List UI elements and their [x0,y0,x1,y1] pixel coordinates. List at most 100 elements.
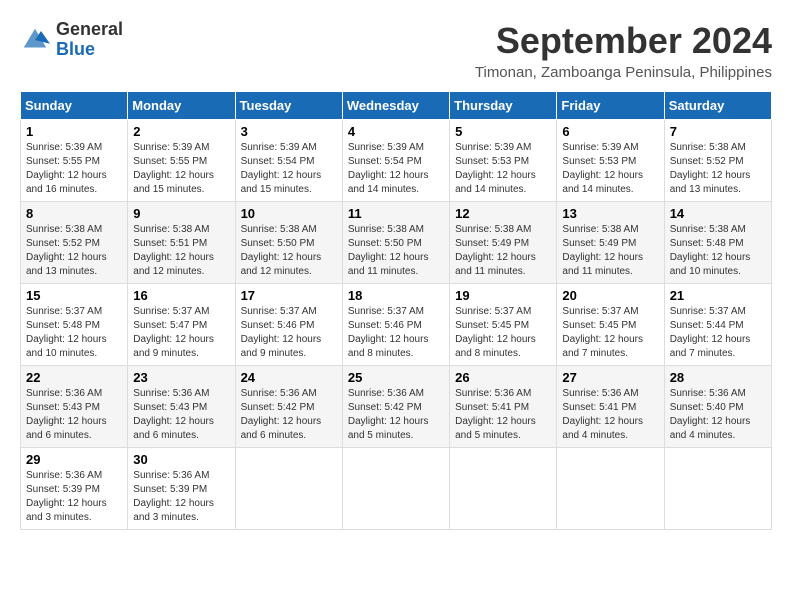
day-number: 28 [670,370,766,385]
day-info: Sunrise: 5:37 AM Sunset: 5:45 PM Dayligh… [562,305,658,361]
day-info: Sunrise: 5:36 AM Sunset: 5:43 PM Dayligh… [133,387,229,443]
day-number: 2 [133,124,229,139]
logo-general: General [56,20,123,40]
day-number: 7 [670,124,766,139]
day-info: Sunrise: 5:37 AM Sunset: 5:46 PM Dayligh… [348,305,444,361]
calendar-week-row: 22 Sunrise: 5:36 AM Sunset: 5:43 PM Dayli… [21,366,772,448]
col-tuesday: Tuesday [235,92,342,120]
day-info: Sunrise: 5:36 AM Sunset: 5:42 PM Dayligh… [241,387,337,443]
table-row: 27 Sunrise: 5:36 AM Sunset: 5:41 PM Dayli… [557,366,664,448]
table-row [557,448,664,530]
day-number: 11 [348,206,444,221]
calendar-week-row: 29 Sunrise: 5:36 AM Sunset: 5:39 PM Dayli… [21,448,772,530]
table-row: 7 Sunrise: 5:38 AM Sunset: 5:52 PM Daylig… [664,120,771,202]
col-thursday: Thursday [450,92,557,120]
day-info: Sunrise: 5:38 AM Sunset: 5:52 PM Dayligh… [26,223,122,279]
day-info: Sunrise: 5:37 AM Sunset: 5:47 PM Dayligh… [133,305,229,361]
day-number: 15 [26,288,122,303]
table-row: 24 Sunrise: 5:36 AM Sunset: 5:42 PM Dayli… [235,366,342,448]
day-info: Sunrise: 5:38 AM Sunset: 5:52 PM Dayligh… [670,141,766,197]
day-info: Sunrise: 5:36 AM Sunset: 5:42 PM Dayligh… [348,387,444,443]
table-row: 6 Sunrise: 5:39 AM Sunset: 5:53 PM Daylig… [557,120,664,202]
table-row: 12 Sunrise: 5:38 AM Sunset: 5:49 PM Dayli… [450,202,557,284]
day-number: 6 [562,124,658,139]
day-info: Sunrise: 5:37 AM Sunset: 5:44 PM Dayligh… [670,305,766,361]
day-number: 9 [133,206,229,221]
day-number: 3 [241,124,337,139]
day-info: Sunrise: 5:36 AM Sunset: 5:39 PM Dayligh… [133,469,229,525]
col-sunday: Sunday [21,92,128,120]
day-number: 5 [455,124,551,139]
table-row [450,448,557,530]
day-number: 8 [26,206,122,221]
calendar-header-row: Sunday Monday Tuesday Wednesday Thursday… [21,92,772,120]
table-row: 10Sunrise: 5:38 AM Sunset: 5:50 PM Dayli… [235,202,342,284]
calendar-week-row: 15 Sunrise: 5:37 AM Sunset: 5:48 PM Dayli… [21,284,772,366]
col-friday: Friday [557,92,664,120]
logo-icon [20,25,50,55]
table-row: 20 Sunrise: 5:37 AM Sunset: 5:45 PM Dayli… [557,284,664,366]
day-info: Sunrise: 5:39 AM Sunset: 5:53 PM Dayligh… [455,141,551,197]
table-row [235,448,342,530]
table-row: 23 Sunrise: 5:36 AM Sunset: 5:43 PM Dayli… [128,366,235,448]
table-row: 29 Sunrise: 5:36 AM Sunset: 5:39 PM Dayli… [21,448,128,530]
col-monday: Monday [128,92,235,120]
day-number: 25 [348,370,444,385]
day-number: 21 [670,288,766,303]
day-number: 20 [562,288,658,303]
day-info: Sunrise: 5:39 AM Sunset: 5:54 PM Dayligh… [241,141,337,197]
col-saturday: Saturday [664,92,771,120]
day-number: 30 [133,452,229,467]
day-number: 13 [562,206,658,221]
month-title: September 2024 [475,20,772,62]
day-info: Sunrise: 5:38 AM Sunset: 5:49 PM Dayligh… [562,223,658,279]
day-info: Sunrise: 5:37 AM Sunset: 5:48 PM Dayligh… [26,305,122,361]
day-number: 26 [455,370,551,385]
table-row: 11 Sunrise: 5:38 AM Sunset: 5:50 PM Dayli… [342,202,449,284]
day-number: 14 [670,206,766,221]
day-number: 4 [348,124,444,139]
table-row: 3 Sunrise: 5:39 AM Sunset: 5:54 PM Daylig… [235,120,342,202]
day-number: 1 [26,124,122,139]
day-info: Sunrise: 5:36 AM Sunset: 5:43 PM Dayligh… [26,387,122,443]
day-info: Sunrise: 5:39 AM Sunset: 5:53 PM Dayligh… [562,141,658,197]
table-row: 25 Sunrise: 5:36 AM Sunset: 5:42 PM Dayli… [342,366,449,448]
table-row: 28 Sunrise: 5:36 AM Sunset: 5:40 PM Dayli… [664,366,771,448]
logo: General Blue [20,20,123,60]
day-number: 17 [241,288,337,303]
day-number: 10 [241,206,337,221]
table-row: 15 Sunrise: 5:37 AM Sunset: 5:48 PM Dayli… [21,284,128,366]
day-info: Sunrise: 5:38 AM Sunset: 5:51 PM Dayligh… [133,223,229,279]
day-info: Sunrise: 5:38 AM Sunset: 5:50 PM Dayligh… [348,223,444,279]
table-row: 9 Sunrise: 5:38 AM Sunset: 5:51 PM Daylig… [128,202,235,284]
location-title: Timonan, Zamboanga Peninsula, Philippine… [475,64,772,81]
day-number: 23 [133,370,229,385]
logo-blue: Blue [56,40,123,60]
day-info: Sunrise: 5:36 AM Sunset: 5:40 PM Dayligh… [670,387,766,443]
table-row: 26 Sunrise: 5:36 AM Sunset: 5:41 PM Dayli… [450,366,557,448]
day-info: Sunrise: 5:36 AM Sunset: 5:39 PM Dayligh… [26,469,122,525]
table-row: 19 Sunrise: 5:37 AM Sunset: 5:45 PM Dayli… [450,284,557,366]
day-info: Sunrise: 5:36 AM Sunset: 5:41 PM Dayligh… [455,387,551,443]
page-header: General Blue September 2024 Timonan, Zam… [20,20,772,81]
day-number: 16 [133,288,229,303]
day-info: Sunrise: 5:37 AM Sunset: 5:45 PM Dayligh… [455,305,551,361]
day-info: Sunrise: 5:37 AM Sunset: 5:46 PM Dayligh… [241,305,337,361]
day-number: 12 [455,206,551,221]
table-row: 8 Sunrise: 5:38 AM Sunset: 5:52 PM Daylig… [21,202,128,284]
table-row: 21 Sunrise: 5:37 AM Sunset: 5:44 PM Dayli… [664,284,771,366]
table-row: 13 Sunrise: 5:38 AM Sunset: 5:49 PM Dayli… [557,202,664,284]
col-wednesday: Wednesday [342,92,449,120]
table-row: 30 Sunrise: 5:36 AM Sunset: 5:39 PM Dayli… [128,448,235,530]
day-info: Sunrise: 5:36 AM Sunset: 5:41 PM Dayligh… [562,387,658,443]
day-number: 24 [241,370,337,385]
day-number: 27 [562,370,658,385]
table-row: 5 Sunrise: 5:39 AM Sunset: 5:53 PM Daylig… [450,120,557,202]
day-info: Sunrise: 5:38 AM Sunset: 5:49 PM Dayligh… [455,223,551,279]
day-number: 29 [26,452,122,467]
day-number: 22 [26,370,122,385]
day-number: 19 [455,288,551,303]
title-section: September 2024 Timonan, Zamboanga Penins… [475,20,772,81]
logo-text: General Blue [56,20,123,60]
day-info: Sunrise: 5:38 AM Sunset: 5:48 PM Dayligh… [670,223,766,279]
